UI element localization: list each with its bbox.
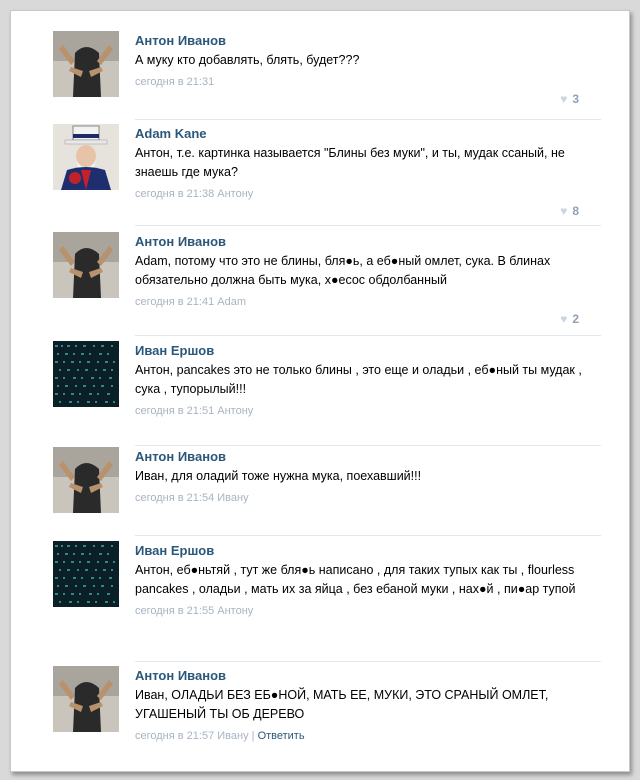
- comment-author[interactable]: Антон Иванов: [135, 33, 605, 49]
- like-button[interactable]: ♥ 3: [560, 92, 579, 106]
- comment-text: Антон, еб●ньтяй , тут же бля●ь написано …: [135, 563, 576, 596]
- comment-item: Антон Иванов Adam, потому что это не бли…: [11, 232, 629, 336]
- avatar-anton-image: [53, 31, 119, 97]
- comment-divider: [135, 119, 601, 120]
- comment-item: Антон Иванов Иван, ОЛАДЬИ БЕЗ ЕБ●НОЙ, МА…: [11, 666, 629, 766]
- heart-icon: ♥: [560, 92, 568, 106]
- avatar-anton-image: [53, 232, 119, 298]
- comment-item: Иван Ершов Антон, pancakes это не только…: [11, 341, 629, 446]
- avatar-anton[interactable]: [53, 447, 119, 513]
- like-count: 2: [572, 312, 579, 326]
- comment-divider: [135, 445, 601, 446]
- comment-timestamp[interactable]: сегодня в 21:38 Антону: [135, 187, 605, 201]
- like-button[interactable]: ♥ 2: [560, 312, 579, 326]
- heart-icon: ♥: [560, 204, 568, 218]
- avatar-adam-image: [53, 124, 119, 190]
- heart-icon: ♥: [560, 312, 568, 326]
- comments-panel: Антон Иванов А муку кто добавлять, блять…: [10, 10, 630, 772]
- comment-timestamp[interactable]: сегодня в 21:54 Ивану: [135, 491, 605, 505]
- comment-timestamp[interactable]: сегодня в 21:57 Ивану: [135, 730, 249, 742]
- avatar-adam[interactable]: [53, 124, 119, 190]
- avatar-ivan-image: [53, 341, 119, 407]
- comment-divider: [135, 335, 601, 336]
- avatar-anton[interactable]: [53, 232, 119, 298]
- comment-timestamp[interactable]: сегодня в 21:55 Антону: [135, 604, 605, 618]
- like-count: 3: [572, 92, 579, 106]
- avatar-anton[interactable]: [53, 31, 119, 97]
- avatar-ivan[interactable]: [53, 541, 119, 607]
- like-count: 8: [572, 204, 579, 218]
- avatar-anton[interactable]: [53, 666, 119, 732]
- avatar-anton-image: [53, 666, 119, 732]
- comment-author[interactable]: Adam Kane: [135, 126, 605, 142]
- comment-timestamp[interactable]: сегодня в 21:51 Антону: [135, 404, 605, 418]
- comment-text: Adam, потому что это не блины, бля●ь, а …: [135, 254, 551, 287]
- comment-author[interactable]: Антон Иванов: [135, 668, 605, 684]
- avatar-anton-image: [53, 447, 119, 513]
- comment-timestamp[interactable]: сегодня в 21:41 Adam: [135, 295, 605, 309]
- comment-meta: сегодня в 21:57 Ивану | Ответить: [135, 729, 605, 743]
- avatar-ivan[interactable]: [53, 341, 119, 407]
- comment-item: Антон Иванов Иван, для оладий тоже нужна…: [11, 447, 629, 536]
- comment-item: Adam Kane Антон, т.е. картинка называетс…: [11, 124, 629, 226]
- comment-divider: [135, 535, 601, 536]
- comment-item: Антон Иванов А муку кто добавлять, блять…: [11, 31, 629, 120]
- comment-text: А муку кто добавлять, блять, будет???: [135, 53, 360, 67]
- comment-author[interactable]: Иван Ершов: [135, 343, 605, 359]
- reply-link[interactable]: Ответить: [258, 730, 305, 742]
- comment-author[interactable]: Иван Ершов: [135, 543, 605, 559]
- comment-author[interactable]: Антон Иванов: [135, 449, 605, 465]
- comment-timestamp[interactable]: сегодня в 21:31: [135, 75, 605, 89]
- comment-author[interactable]: Антон Иванов: [135, 234, 605, 250]
- comment-text: Иван, ОЛАДЬИ БЕЗ ЕБ●НОЙ, МАТЬ ЕЕ, МУКИ, …: [135, 688, 549, 721]
- comment-text: Антон, pancakes это не только блины , эт…: [135, 363, 582, 396]
- avatar-ivan-image: [53, 541, 119, 607]
- like-button[interactable]: ♥ 8: [560, 204, 579, 218]
- comment-divider: [135, 661, 601, 662]
- comment-text: Иван, для оладий тоже нужна мука, поехав…: [135, 469, 422, 483]
- comment-item: Иван Ершов Антон, еб●ньтяй , тут же бля●…: [11, 541, 629, 662]
- comment-divider: [135, 225, 601, 226]
- comment-text: Антон, т.е. картинка называется "Блины б…: [135, 146, 565, 179]
